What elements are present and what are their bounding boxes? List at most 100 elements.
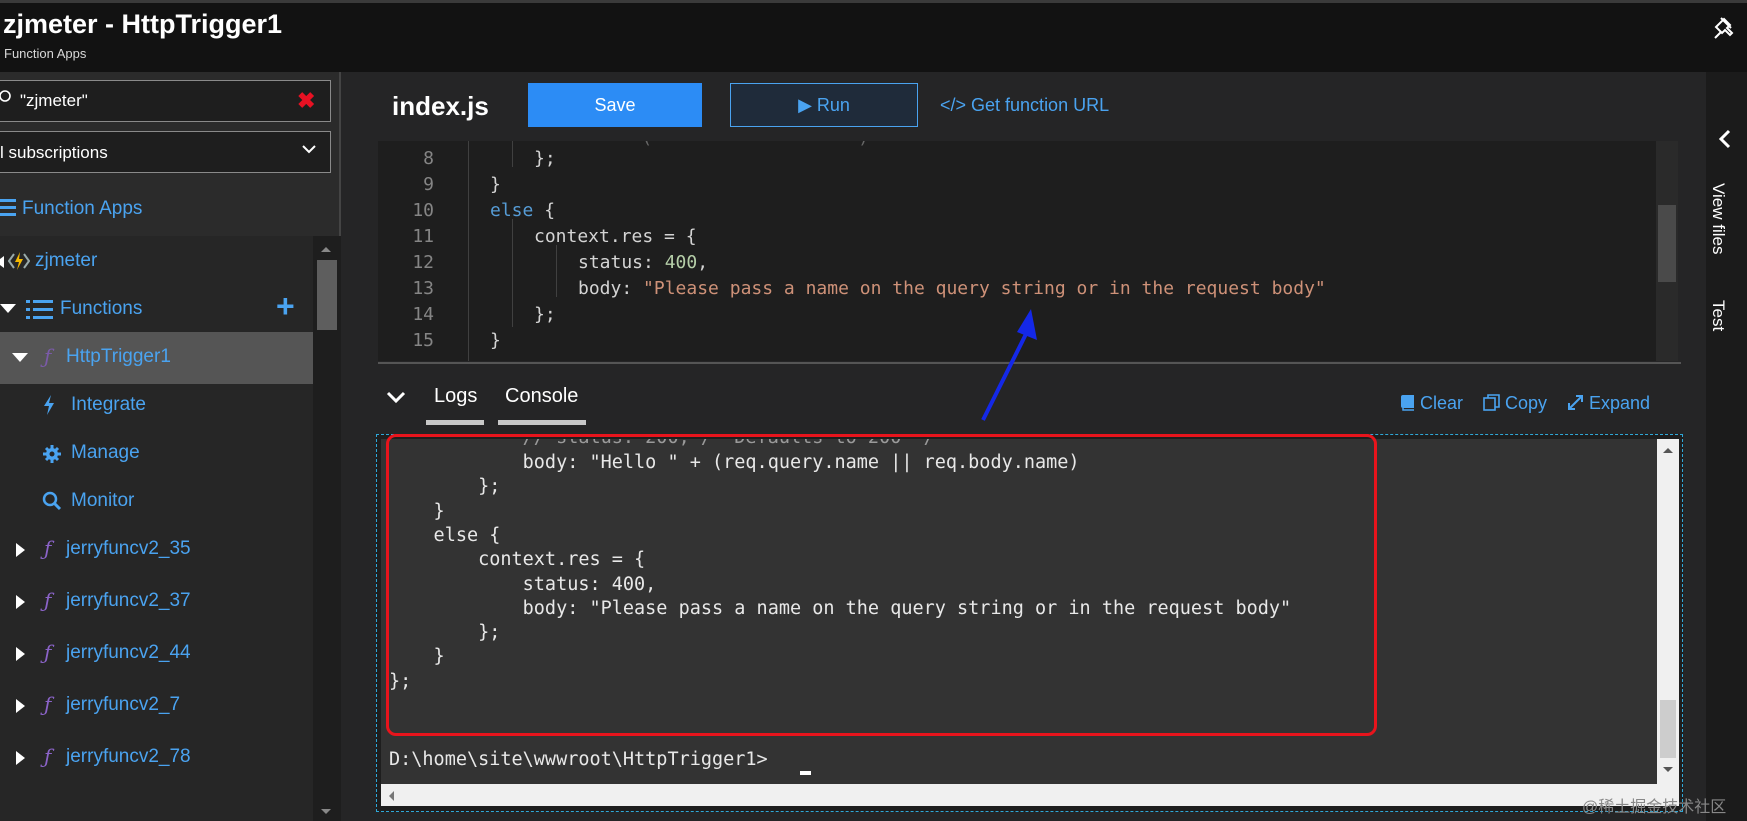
code-token: }: [490, 330, 501, 351]
line-number: 13: [412, 278, 434, 299]
line-code: };: [534, 304, 556, 325]
console-horizontal-scrollbar[interactable]: [381, 784, 1679, 806]
code-token: status:: [578, 252, 665, 273]
test-tab[interactable]: Test: [1708, 300, 1728, 331]
list-icon: [0, 199, 16, 216]
save-button[interactable]: Save: [528, 83, 702, 127]
tree-scrollbar-thumb[interactable]: [317, 260, 337, 330]
tree-item-selected-function[interactable]: ƒ HttpTrigger1: [0, 332, 313, 384]
expand-button[interactable]: Expand: [1567, 393, 1650, 414]
code-token: {: [533, 200, 556, 221]
function-icon: ƒ: [44, 744, 52, 768]
tree-item-function[interactable]: ƒ jerryfuncv2_78: [0, 732, 313, 784]
tree-item-label: Integrate: [71, 394, 146, 415]
search-icon: [0, 90, 11, 102]
function-apps-link[interactable]: Function Apps: [22, 198, 142, 220]
tree-item-label: zjmeter: [35, 250, 98, 271]
console-scrollbar-thumb[interactable]: [1660, 700, 1676, 758]
line-code: }: [490, 174, 501, 195]
tree-item-label: jerryfuncv2_44: [66, 642, 191, 663]
line-number: 12: [412, 252, 434, 273]
caret-right-icon[interactable]: [16, 543, 25, 557]
tree-item-function[interactable]: ƒ jerryfuncv2_44: [0, 628, 313, 680]
tree-item-label: Monitor: [71, 490, 135, 511]
line-code: };: [534, 148, 556, 169]
function-icon: ƒ: [44, 640, 52, 664]
scroll-left-icon[interactable]: [386, 790, 396, 802]
chevron-down-icon[interactable]: [386, 390, 406, 404]
line-number: 15: [412, 330, 434, 351]
tree-item-label: jerryfuncv2_37: [66, 590, 191, 611]
code-token: "Please pass a name on the query string …: [643, 278, 1326, 299]
book-icon: [1401, 395, 1414, 411]
line-code: body: "Please pass a name on the query s…: [578, 278, 1326, 299]
tree-item-functions[interactable]: Functions +: [0, 284, 313, 336]
clear-search-icon[interactable]: ✖: [297, 88, 315, 114]
code-token: context.res = {: [534, 226, 697, 247]
get-function-url-link[interactable]: </> Get function URL: [940, 95, 1109, 116]
clear-label: Clear: [1420, 393, 1464, 413]
code-token: else: [490, 200, 534, 221]
caret-down-icon[interactable]: [12, 353, 28, 362]
add-function-icon[interactable]: +: [276, 288, 295, 325]
run-button[interactable]: ▶ Run: [730, 83, 918, 127]
function-icon: ƒ: [44, 536, 52, 560]
code-token: };: [534, 148, 556, 169]
line-code: status: 400,: [578, 252, 708, 273]
tree-item-manage[interactable]: Manage: [0, 428, 313, 480]
indent-guide: [512, 141, 513, 167]
function-icon: ƒ: [44, 692, 52, 716]
tree-item-integrate[interactable]: Integrate: [0, 380, 313, 432]
tree-item-label: Functions: [60, 298, 143, 319]
code-token: ,: [697, 252, 709, 273]
caret-icon[interactable]: [0, 256, 4, 268]
indent-guide: [468, 141, 469, 361]
scroll-down-icon[interactable]: [319, 807, 333, 817]
code-token: 400: [664, 252, 698, 273]
caret-right-icon[interactable]: [16, 647, 25, 661]
search-input-value: "zjmeter": [20, 91, 88, 110]
caret-right-icon[interactable]: [16, 699, 25, 713]
tree-item-function[interactable]: ƒ jerryfuncv2_37: [0, 576, 313, 628]
view-files-tab[interactable]: View files: [1708, 183, 1728, 255]
code-token: body:: [578, 278, 644, 299]
app-subtitle: Function Apps: [4, 46, 87, 61]
caret-down-icon[interactable]: [0, 304, 16, 313]
line-code: context.res = {: [534, 226, 697, 247]
line-code: }: [490, 330, 501, 351]
tree-item-label: jerryfuncv2_7: [66, 694, 181, 715]
line-number: 9: [423, 174, 434, 195]
subscription-select-value: l subscriptions: [0, 143, 108, 162]
expand-icon: [1568, 395, 1583, 410]
line-number: 8: [423, 148, 434, 169]
function-app-icon: [8, 252, 30, 270]
pin-icon[interactable]: [1711, 14, 1739, 42]
tree-item-function[interactable]: ƒ jerryfuncv2_35: [0, 524, 313, 576]
tab-console[interactable]: Console: [505, 385, 578, 408]
tree-item-function[interactable]: ƒ jerryfuncv2_7: [0, 680, 313, 732]
line-number: 11: [412, 226, 434, 247]
chevron-left-icon[interactable]: [1716, 128, 1734, 150]
highlight-box: [386, 434, 1377, 736]
app-title: zjmeter - HttpTrigger1: [3, 9, 283, 39]
copy-button[interactable]: Copy: [1483, 393, 1547, 414]
copy-icon: [1483, 394, 1500, 411]
console-cursor: [800, 771, 811, 775]
scroll-up-icon[interactable]: [319, 244, 333, 254]
arrow-annotation: [981, 309, 1037, 421]
function-icon: ƒ: [44, 588, 52, 612]
console-prompt[interactable]: D:\home\site\wwwroot\HttpTrigger1>: [389, 749, 768, 776]
line-number: 14: [412, 304, 434, 325]
caret-right-icon[interactable]: [16, 751, 25, 765]
tree-item-label: HttpTrigger1: [66, 346, 171, 367]
caret-right-icon[interactable]: [16, 595, 25, 609]
tree-item-monitor[interactable]: Monitor: [0, 476, 313, 528]
clear-button[interactable]: Clear: [1400, 393, 1463, 414]
scroll-up-icon[interactable]: [1661, 445, 1675, 455]
tab-underline: [426, 420, 484, 425]
lightning-icon: [44, 395, 54, 415]
scroll-down-icon[interactable]: [1661, 765, 1675, 775]
tab-logs[interactable]: Logs: [434, 385, 477, 408]
editor-scrollbar-thumb[interactable]: [1658, 205, 1676, 282]
tree-item-app[interactable]: zjmeter: [0, 236, 313, 288]
